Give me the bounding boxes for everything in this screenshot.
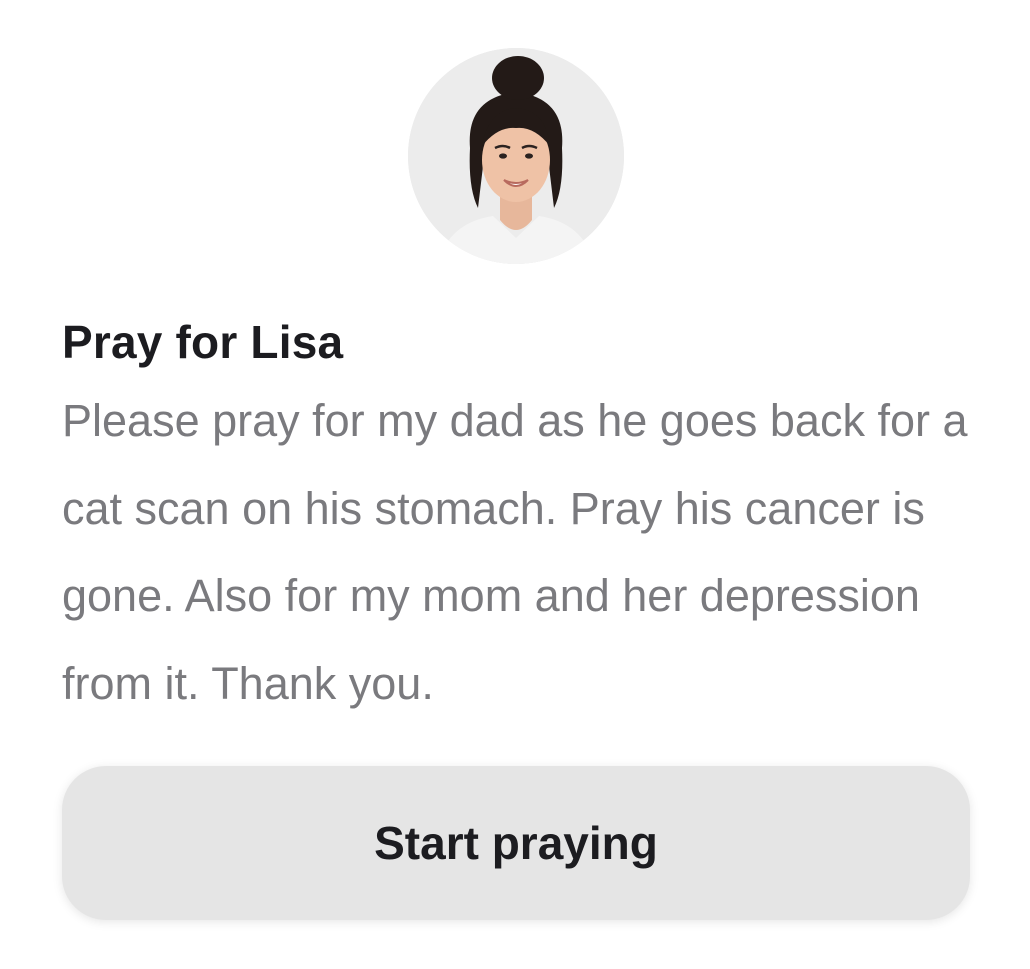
prayer-title: Pray for Lisa — [62, 316, 344, 368]
prayer-card: Pray for Lisa Please pray for my dad as … — [0, 0, 1030, 969]
person-photo-icon — [408, 48, 624, 264]
avatar — [408, 48, 624, 264]
prayer-request-text: Please pray for my dad as he goes back f… — [62, 395, 968, 709]
start-praying-button[interactable]: Start praying — [62, 766, 970, 920]
start-praying-label: Start praying — [374, 817, 658, 869]
